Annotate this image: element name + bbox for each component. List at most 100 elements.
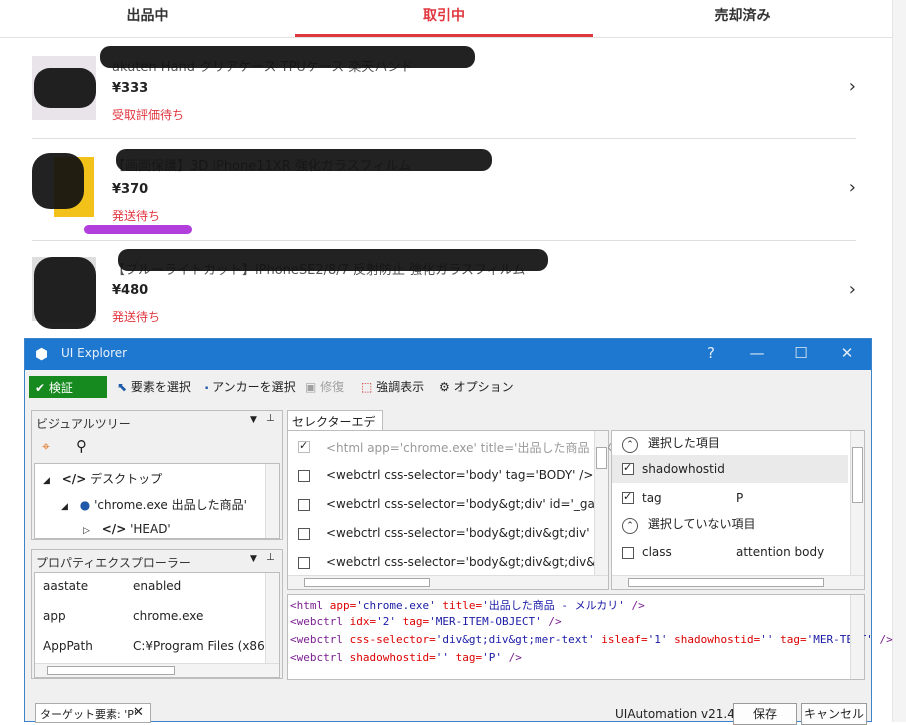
select-element-button[interactable]: ⬉ 要素を選択 <box>117 378 191 395</box>
selector-line-checkbox[interactable] <box>298 528 310 540</box>
tab-listing[interactable]: 出品中 <box>0 0 295 34</box>
vertical-scrollbar[interactable] <box>850 431 864 575</box>
gear-icon: ⚙ <box>439 380 450 394</box>
scroll-thumb[interactable] <box>304 578 430 587</box>
unselected-attributes-header[interactable]: ⌃ 選択していない項目 <box>622 515 755 534</box>
tree-node[interactable]: ▷ </> 'HEAD' <box>83 522 171 536</box>
selector-line[interactable]: <webctrl css-selector='body&gt;div&gt;di… <box>326 555 594 569</box>
vertical-scrollbar[interactable] <box>265 464 279 538</box>
tab-selector-editor[interactable]: セレクターエディター <box>287 410 383 446</box>
search-icon[interactable]: ⚲ <box>76 437 87 455</box>
vertical-scrollbar[interactable] <box>594 431 608 575</box>
pin-icon[interactable]: ⊥ <box>266 552 275 563</box>
options-label: オプション <box>453 380 514 394</box>
selector-attr-name: idx= <box>342 615 377 628</box>
globe-icon: ● <box>79 498 91 512</box>
window-title: UI Explorer <box>61 346 128 360</box>
selected-attributes-header[interactable]: ⌃ 選択した項目 <box>622 434 720 453</box>
help-button[interactable]: ? <box>701 344 721 362</box>
item-price: ¥370 <box>112 182 149 197</box>
scroll-thumb[interactable] <box>47 666 175 675</box>
selector-line[interactable]: <webctrl css-selector='body' tag='BODY' … <box>326 468 593 482</box>
attribute-value[interactable]: attention body <box>736 545 824 559</box>
repair-button[interactable]: ▣ 修復 <box>305 378 344 395</box>
item-status: 受取評価待ち <box>112 108 185 122</box>
scroll-thumb[interactable] <box>596 447 607 469</box>
title-bar: ⬢ UI Explorer ? — ☐ ✕ <box>25 339 871 370</box>
vertical-scrollbar[interactable] <box>265 573 279 663</box>
options-button[interactable]: ⚙ オプション <box>439 378 514 395</box>
dropdown-icon[interactable]: ▼ <box>250 415 257 425</box>
tree-node[interactable]: ◢ </> デスクトップ <box>43 470 162 487</box>
property-grid: aastate enabled app chrome.exe AppPath C… <box>34 572 280 678</box>
close-button[interactable]: ✕ <box>837 344 857 362</box>
pin-icon[interactable]: ⊥ <box>266 413 275 424</box>
attribute-checkbox[interactable] <box>622 461 634 475</box>
selector-line[interactable]: <webctrl css-selector='body&gt;div' id='… <box>326 497 594 511</box>
selector-line-checkbox[interactable] <box>298 499 310 511</box>
tree-node[interactable]: ◢ ● 'chrome.exe 出品した商品' <box>61 496 247 513</box>
highlight-button[interactable]: ⬚ 強調表示 <box>361 378 424 395</box>
item-price: ¥333 <box>112 81 149 96</box>
target-icon[interactable]: ⌖ <box>42 439 50 455</box>
maximize-button[interactable]: ☐ <box>791 344 811 362</box>
selector-attr-name: shadowhostid= <box>342 651 436 664</box>
tab-sold[interactable]: 売却済み <box>593 0 892 34</box>
version-label: UIAutomation v21.4.4 <box>615 707 747 721</box>
repair-icon: ▣ <box>305 380 317 394</box>
selector-editor-area: セレクターエディター <html app='chrome.exe' title=… <box>287 410 893 680</box>
selector-attr-value: '' <box>435 651 449 664</box>
redaction-mark <box>116 149 492 171</box>
item-status: 発送待ち <box>112 310 161 324</box>
visual-tree-panel: ビジュアルツリー ▼ ⊥ ⌖ ⚲ ◢ </> デスクトップ ◢ ● 'chrom… <box>31 410 283 540</box>
redaction-mark <box>34 68 96 108</box>
horizontal-scrollbar[interactable] <box>288 575 608 589</box>
selector-attr-name: isleaf= <box>594 633 648 646</box>
tab-in-progress[interactable]: 取引中 <box>295 0 593 34</box>
chevron-right-icon: › <box>848 279 856 300</box>
list-item[interactable]: akuten Hand クリアケース TPUケース 楽天ハンド ¥333 受取評… <box>32 40 856 139</box>
expand-icon[interactable]: ▷ <box>83 526 90 536</box>
selector-line-checkbox[interactable] <box>298 439 310 453</box>
visual-tree-header: ビジュアルツリー <box>36 417 131 431</box>
selector-attr-value: 'div&gt;div&gt;mer-text' <box>435 633 595 646</box>
selector-attr-value: '2' <box>376 615 396 628</box>
selector-code-line: <webctrl idx='2' tag='MER-ITEM-OBJECT' /… <box>290 615 562 628</box>
page-scrollbar[interactable] <box>892 0 906 722</box>
collapse-icon[interactable]: ◢ <box>61 502 68 512</box>
collapse-icon[interactable]: ◢ <box>43 476 50 486</box>
attribute-value[interactable]: P <box>736 491 743 505</box>
select-element-label: 要素を選択 <box>130 380 191 394</box>
selector-text-panel[interactable]: <html app='chrome.exe' title='出品した商品 - メ… <box>287 594 893 680</box>
repair-label: 修復 <box>320 380 345 394</box>
selector-line-checkbox[interactable] <box>298 557 310 569</box>
minimize-button[interactable]: — <box>747 344 767 362</box>
scroll-thumb[interactable] <box>628 578 824 587</box>
selector-line[interactable]: <webctrl css-selector='body&gt;div&gt;di… <box>326 526 594 540</box>
attribute-checkbox[interactable] <box>622 490 634 504</box>
selector-attr-name: app= <box>323 599 357 612</box>
selector-tag: <webctrl <box>290 633 343 646</box>
horizontal-scrollbar[interactable] <box>612 575 864 589</box>
tree-view: ◢ </> デスクトップ ◢ ● 'chrome.exe 出品した商品' ▷ <… <box>34 463 280 539</box>
select-anchor-button[interactable]: ⬝ アンカーを選択 <box>205 378 296 395</box>
horizontal-scrollbar[interactable] <box>35 663 279 677</box>
selector-tag: <webctrl <box>290 615 343 628</box>
close-icon[interactable]: ✕ <box>133 705 144 720</box>
list-item[interactable]: 【ブルーライトカット】iPhoneSE2/8/7 反射防止 強化ガラスフィルム … <box>32 241 856 329</box>
list-item[interactable]: 【画面保護】3D iPhone11XR 強化ガラスフィルム ¥370 発送待ち … <box>32 139 856 241</box>
property-value[interactable]: enabled <box>133 579 181 593</box>
app-icon: ⬢ <box>35 345 49 363</box>
vertical-scrollbar[interactable] <box>850 595 864 679</box>
selector-attr-name: title= <box>435 599 483 612</box>
selector-line-checkbox[interactable] <box>298 470 310 482</box>
selected-header-label: 選択した項目 <box>647 436 720 450</box>
validate-button[interactable]: ✔ 検証 <box>29 376 107 398</box>
scroll-thumb[interactable] <box>852 447 863 503</box>
property-value[interactable]: chrome.exe <box>133 609 203 623</box>
attribute-checkbox[interactable] <box>622 547 634 559</box>
tree-node-label: 'chrome.exe 出品した商品' <box>94 498 247 512</box>
property-value[interactable]: C:¥Program Files (x86)¥G <box>133 639 265 653</box>
redaction-mark <box>118 249 548 271</box>
dropdown-icon[interactable]: ▼ <box>250 554 257 564</box>
